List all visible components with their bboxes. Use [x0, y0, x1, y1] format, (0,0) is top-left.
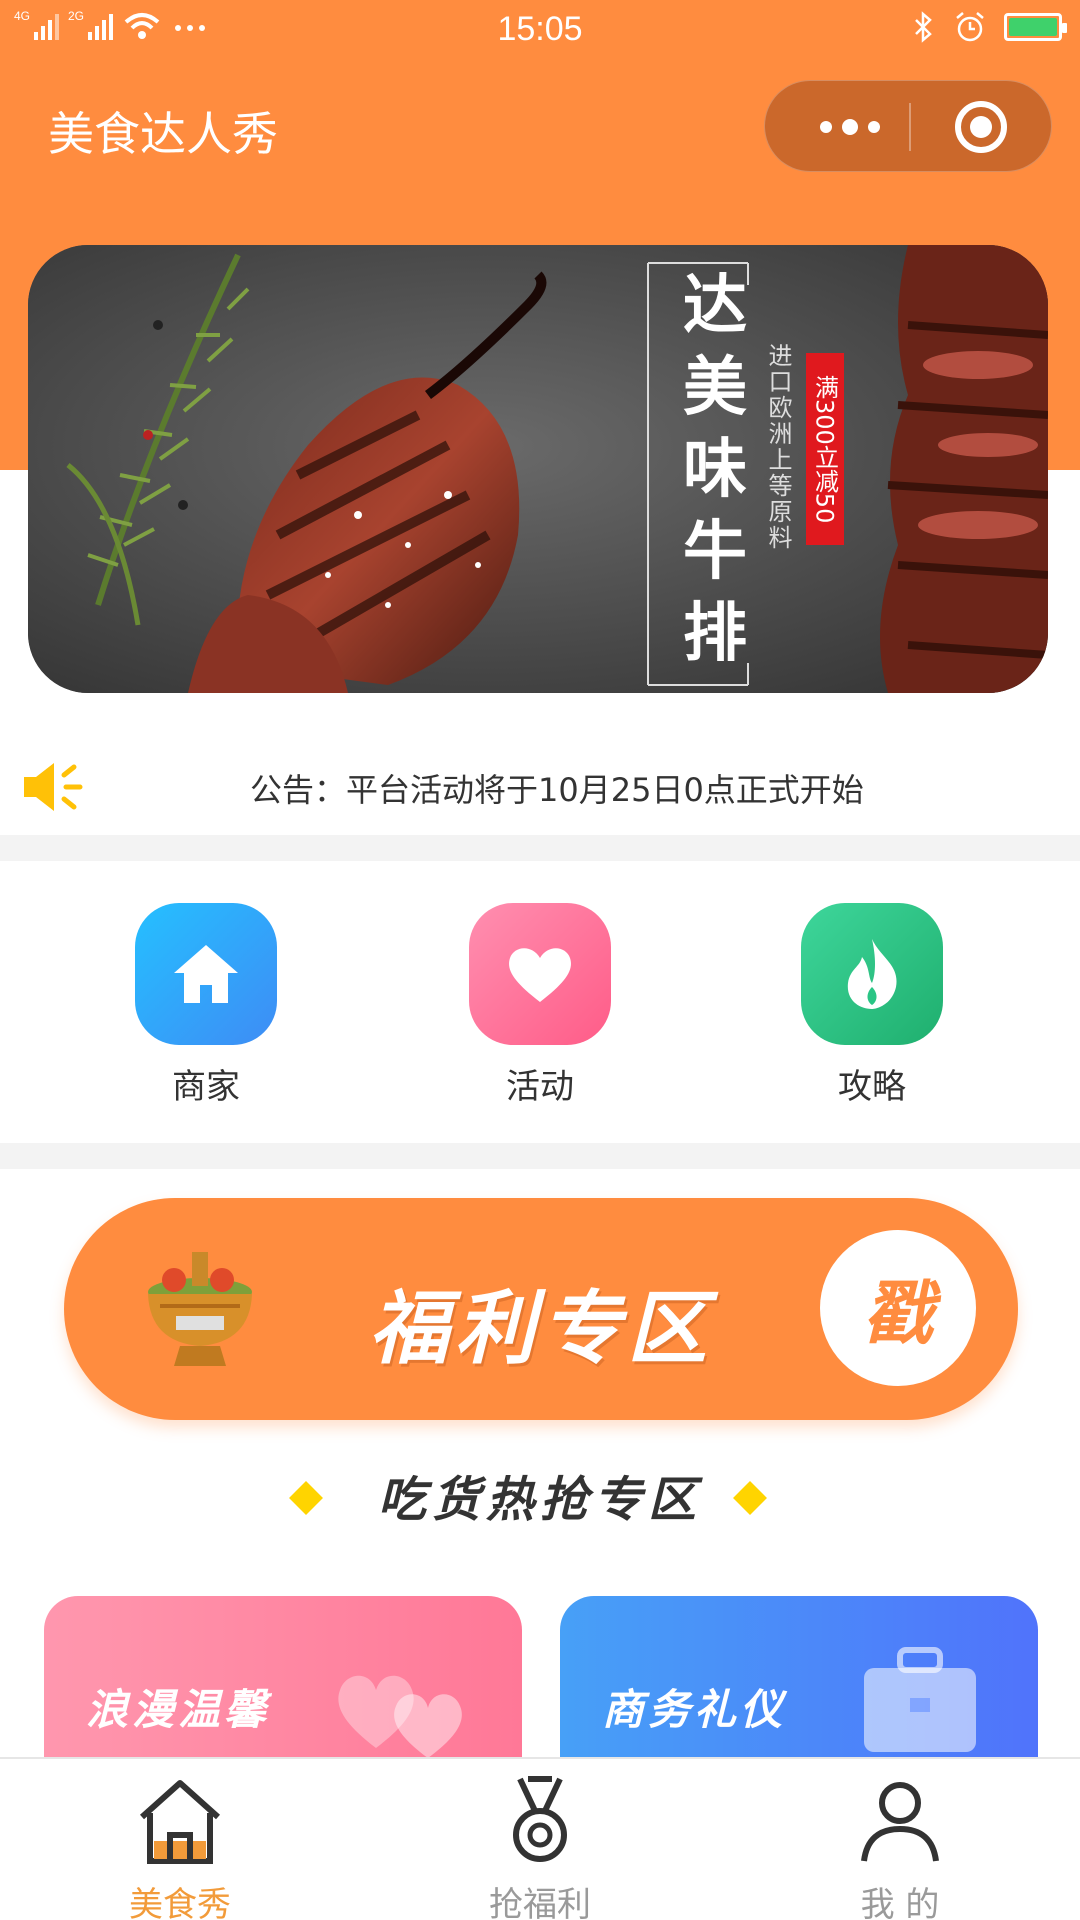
promo-banner[interactable]: 达 美 味 牛 排 进口欧洲上等原料 满300立减50	[28, 245, 1048, 693]
tab-label: 抢福利	[489, 1885, 591, 1920]
home-icon	[135, 903, 277, 1045]
capsule-divider	[909, 103, 911, 151]
status-right	[912, 10, 1067, 44]
banner-title-char: 美	[683, 350, 747, 425]
category-merchants[interactable]: 商家	[116, 903, 296, 1108]
bluetooth-icon	[915, 11, 932, 43]
hot-section-title: 吃货热抢专区	[377, 1472, 702, 1528]
welfare-stamp-button[interactable]: 戳	[820, 1230, 976, 1386]
category-grid: 商家 活动 攻略	[0, 861, 1080, 1143]
briefcase-icon	[864, 1647, 976, 1752]
hearts-icon	[338, 1675, 462, 1758]
category-label: 商家	[172, 1067, 240, 1107]
banner-subtitle: 进口欧洲上等原料	[764, 343, 792, 551]
category-label: 活动	[506, 1067, 574, 1107]
tab-mine[interactable]: 我 的	[800, 1773, 1000, 1920]
category-label: 攻略	[838, 1067, 906, 1107]
divider	[0, 1143, 1080, 1169]
speaker-icon	[24, 763, 83, 811]
diamond-icon	[733, 1481, 767, 1515]
fire-icon	[801, 903, 943, 1045]
battery-icon	[1004, 13, 1067, 41]
divider	[0, 835, 1080, 861]
banner-title-char: 牛	[683, 514, 747, 589]
user-icon	[861, 1782, 939, 1862]
alarm-icon	[956, 12, 984, 42]
diamond-icon	[289, 1481, 323, 1515]
banner-discount-tag: 满300立减50	[806, 353, 844, 545]
card-title: 商务礼仪	[602, 1685, 787, 1734]
home-icon	[139, 1780, 221, 1864]
banner-title-char: 排	[683, 596, 747, 671]
notice-text: 公告：平台活动将于10月25日0点正式开始	[250, 771, 864, 809]
banner-title: 达 美 味 牛 排	[668, 265, 762, 675]
medal-icon	[513, 1776, 567, 1862]
more-dots-icon[interactable]	[805, 107, 895, 147]
heart-icon	[469, 903, 611, 1045]
category-activities[interactable]: 活动	[450, 903, 630, 1108]
tab-label: 我 的	[860, 1885, 940, 1920]
steak-illustration	[28, 245, 1048, 693]
tab-food-show[interactable]: 美食秀	[80, 1773, 280, 1920]
bottom-tab-bar: 美食秀 抢福利 我 的	[0, 1757, 1080, 1920]
tab-grab-welfare[interactable]: 抢福利	[440, 1773, 640, 1920]
card-title: 浪漫温馨	[86, 1685, 271, 1734]
banner-title-char: 达	[683, 268, 747, 343]
tab-label: 美食秀	[129, 1885, 231, 1920]
category-guides[interactable]: 攻略	[782, 903, 962, 1108]
welfare-zone-banner[interactable]: 福利专区 戳	[64, 1198, 1018, 1420]
mini-program-capsule	[764, 80, 1052, 172]
app-title: 美食达人秀	[48, 107, 278, 161]
hot-section-heading: 吃货热抢专区	[0, 1460, 1080, 1530]
notice-bar[interactable]: 公告：平台活动将于10月25日0点正式开始	[0, 735, 1080, 835]
target-icon[interactable]	[955, 101, 1007, 153]
banner-title-char: 味	[683, 432, 747, 507]
status-bar: 4G 2G 15:05	[0, 0, 1080, 56]
